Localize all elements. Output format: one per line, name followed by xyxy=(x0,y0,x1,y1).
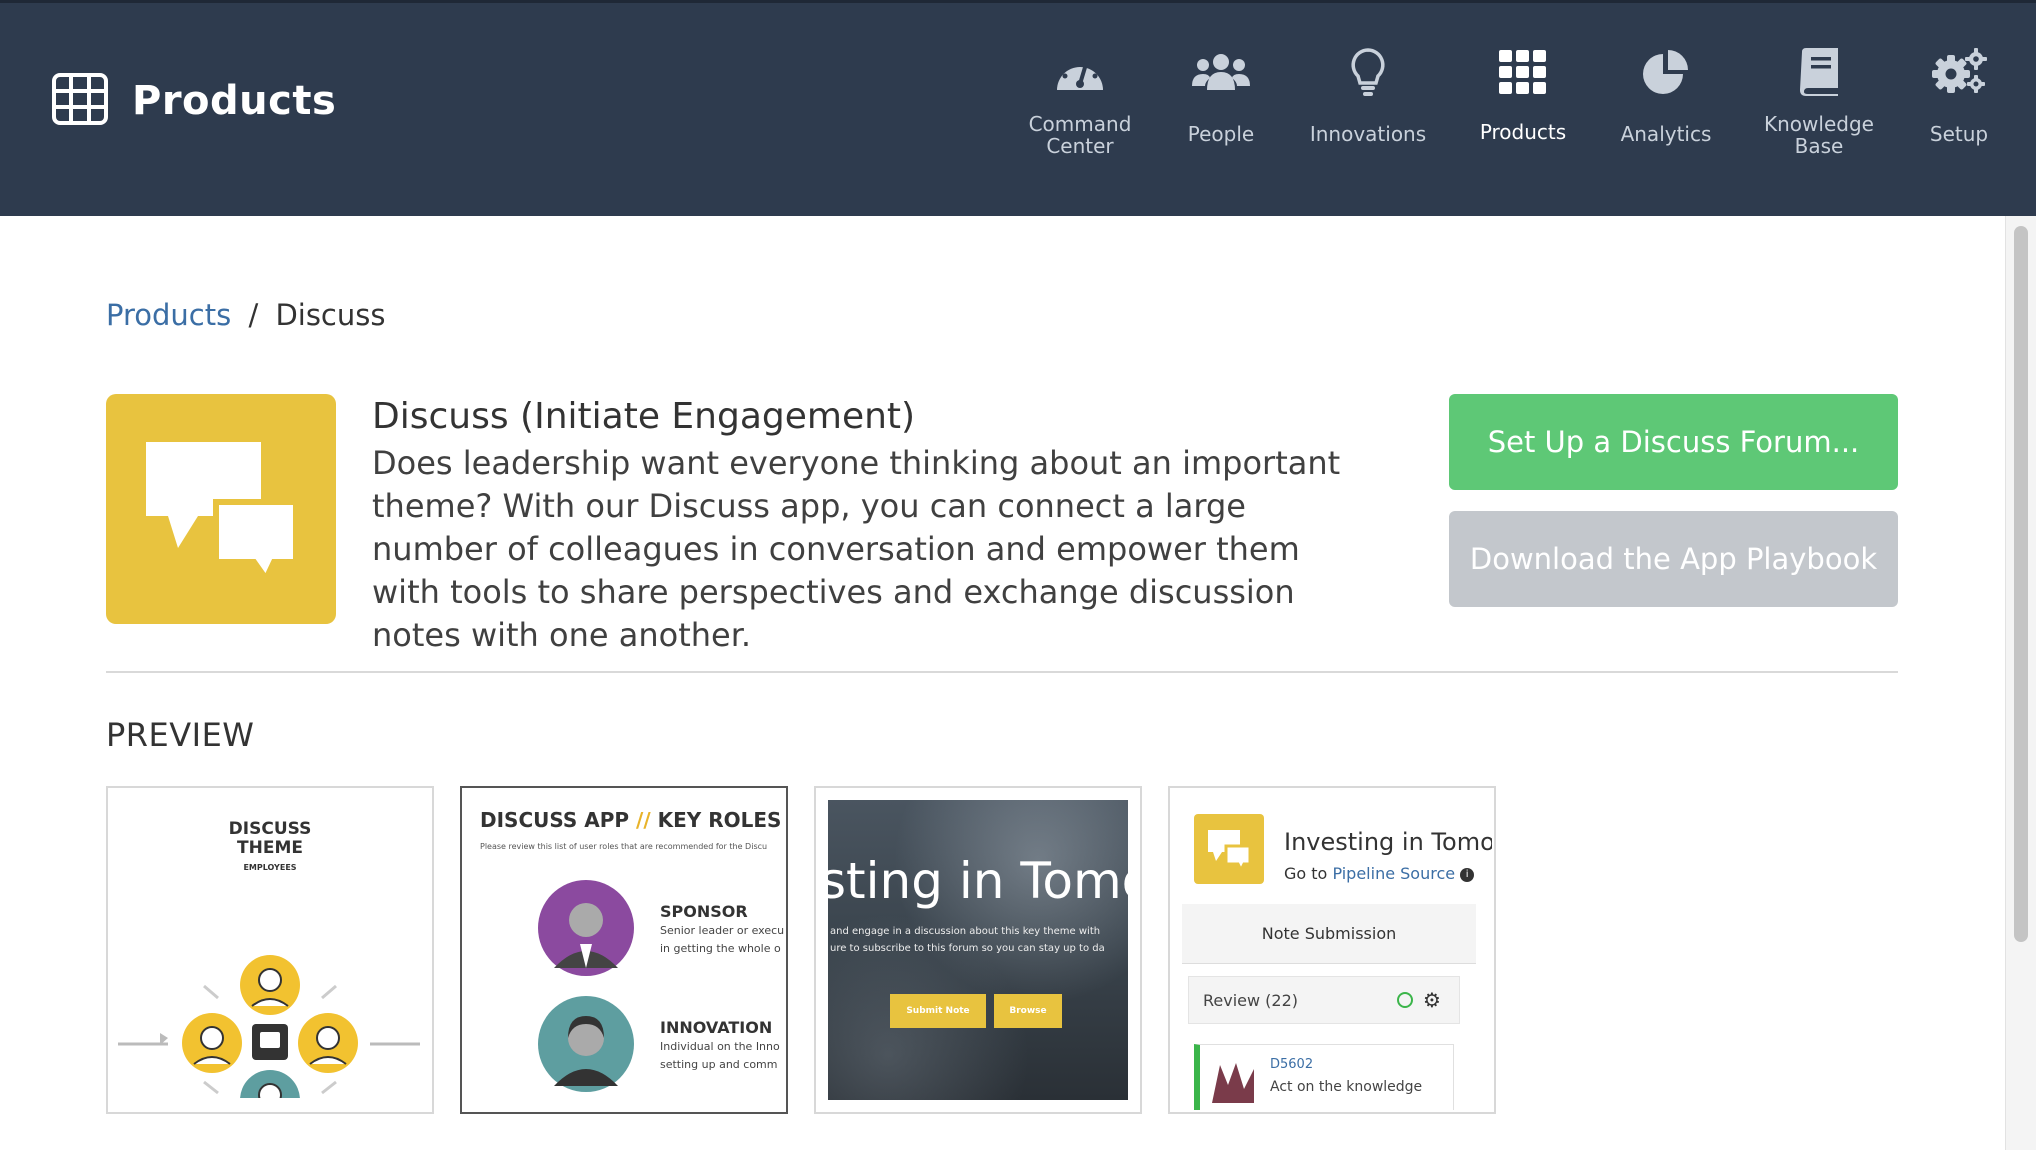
thumb-title: DISCUSS THEME xyxy=(228,819,312,858)
grid-table-icon xyxy=(52,73,108,129)
breadcrumb-link-products[interactable]: Products xyxy=(106,298,231,332)
section-divider xyxy=(106,671,1898,673)
forum-title: Investing in Tomo xyxy=(1284,828,1492,856)
breadcrumb-current: Discuss xyxy=(275,298,386,332)
role-innovation-desc: setting up and comm xyxy=(660,1058,778,1071)
page-title: Products xyxy=(132,78,337,124)
preview-thumbnail-discuss-theme[interactable]: DISCUSS THEME EMPLOYEES xyxy=(106,786,434,1114)
nav-item-innovations[interactable]: Innovations xyxy=(1283,43,1453,145)
preview-thumbnail-forum[interactable]: sting in Tomo and engage in a discussion… xyxy=(814,786,1142,1114)
set-up-forum-button[interactable]: Set Up a Discuss Forum... xyxy=(1449,394,1898,490)
forum-hero-image: sting in Tomo and engage in a discussion… xyxy=(828,800,1128,1100)
thumb-subtitle: EMPLOYEES xyxy=(243,863,297,872)
brand[interactable]: Products xyxy=(52,73,336,129)
product-title: Discuss (Initiate Engagement) xyxy=(372,396,916,437)
hands-image xyxy=(1212,1063,1254,1103)
nav-label: Innovations xyxy=(1309,122,1427,146)
review-row[interactable]: Review (22) ⚙ xyxy=(1188,976,1460,1024)
thumb-title-part2: KEY ROLES xyxy=(657,808,782,832)
top-navigation-bar: Products Command Center People Innovatio… xyxy=(0,0,2036,216)
role-sponsor: SPONSOR xyxy=(660,902,748,921)
role-sponsor-desc: in getting the whole o xyxy=(660,942,781,955)
preview-thumbnail-forum-ui[interactable]: Investing in Tomo Go to Pipeline Source … xyxy=(1168,786,1496,1114)
pie-chart-icon xyxy=(1581,43,1751,101)
nav-item-people[interactable]: People xyxy=(1136,43,1306,145)
review-label: Review (22) xyxy=(1203,991,1299,1010)
thumb-title-slashes: // xyxy=(636,808,651,832)
avatar xyxy=(538,880,634,976)
avatar xyxy=(538,996,634,1092)
thumb-intro: Please review this list of user roles th… xyxy=(480,842,768,851)
hero-heading: sting in Tomo xyxy=(828,852,1128,910)
forum-ui: Investing in Tomo Go to Pipeline Source … xyxy=(1182,800,1492,1110)
goto-label: Go to xyxy=(1284,864,1328,883)
pipeline-source-link[interactable]: Pipeline Source xyxy=(1332,864,1455,883)
role-innovation-desc: Individual on the Inno xyxy=(660,1040,780,1053)
download-playbook-button[interactable]: Download the App Playbook xyxy=(1449,511,1898,607)
breadcrumb: Products / Discuss xyxy=(106,298,385,332)
role-innovation: INNOVATION xyxy=(660,1018,773,1037)
nav-label: Setup xyxy=(1929,122,1989,146)
thumb-title: DISCUSS APP // KEY ROLES xyxy=(480,808,781,832)
note-submission-tab[interactable]: Note Submission xyxy=(1182,904,1476,964)
thumb-title-part1: DISCUSS APP xyxy=(480,808,630,832)
gear-icon[interactable]: ⚙ xyxy=(1423,988,1441,1012)
check-circle-icon xyxy=(1397,992,1413,1008)
note-id[interactable]: D5602 xyxy=(1270,1057,1313,1072)
people-icon xyxy=(1136,43,1306,101)
chat-bubbles-icon xyxy=(1194,814,1264,884)
role-sponsor-desc: Senior leader or execu xyxy=(660,924,785,937)
nav-label: People xyxy=(1187,122,1255,146)
product-description: Does leadership want everyone thinking a… xyxy=(372,444,1341,654)
note-text: Act on the knowledge xyxy=(1270,1079,1423,1095)
nav-label: Analytics xyxy=(1620,122,1712,146)
preview-thumbnail-key-roles[interactable]: DISCUSS APP // KEY ROLES Please review t… xyxy=(460,786,788,1114)
hero-text: and engage in a discussion about this ke… xyxy=(830,926,1101,937)
product-icon-tile xyxy=(106,394,336,624)
browse-button[interactable]: Browse xyxy=(994,994,1062,1028)
discuss-theme-diagram xyxy=(118,955,420,1098)
preview-section-title: PREVIEW xyxy=(106,716,255,754)
info-icon: i xyxy=(1460,867,1475,882)
forum-goto: Go to Pipeline Source i xyxy=(1284,864,1475,883)
nav-item-setup[interactable]: Setup xyxy=(1874,43,2036,145)
nav-item-analytics[interactable]: Analytics xyxy=(1581,43,1751,145)
hero-text: ure to subscribe to this forum so you ca… xyxy=(830,943,1105,954)
submit-note-button[interactable]: Submit Note xyxy=(890,994,986,1028)
note-card[interactable]: D5602 Act on the knowledge xyxy=(1194,1044,1454,1110)
avatar xyxy=(240,955,300,1015)
lightbulb-icon xyxy=(1283,43,1453,101)
chat-bubbles-icon xyxy=(146,442,299,585)
scrollbar-thumb[interactable] xyxy=(2014,226,2028,942)
breadcrumb-separator: / xyxy=(248,298,259,332)
gears-icon xyxy=(1874,43,2036,101)
